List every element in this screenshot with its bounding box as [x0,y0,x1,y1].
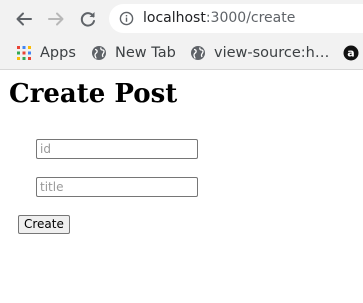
bookmark-new-tab[interactable]: New Tab [91,42,176,64]
title-input[interactable] [36,177,198,197]
bookmark-amazon[interactable]: a [343,42,363,64]
id-input[interactable] [36,139,198,159]
browser-toolbar: localhost:3000/create [0,0,363,38]
page-content: Create Post Create [0,70,363,303]
amazon-icon: a [343,45,359,61]
address-url[interactable]: localhost:3000/create [143,10,295,27]
create-button[interactable]: Create [18,215,70,234]
address-bar[interactable]: localhost:3000/create [109,4,363,33]
info-icon[interactable] [119,11,134,26]
url-path: :3000/create [205,10,296,26]
bookmark-view-source[interactable]: view-source:h… [190,42,329,64]
bookmark-label: New Tab [115,45,176,61]
page-title: Create Post [9,79,178,109]
bookmark-label: Apps [40,45,76,61]
bookmarks-bar: Apps New Tab view-source:h… a [0,38,363,68]
globe-icon [92,46,106,60]
apps-grid-icon [17,46,31,60]
svg-text:a: a [347,47,354,60]
bookmark-label: view-source:h… [214,45,330,61]
forward-arrow-icon[interactable] [44,7,68,31]
reload-icon[interactable] [76,7,100,31]
url-host: localhost [143,10,206,26]
back-arrow-icon[interactable] [12,7,36,31]
browser-chrome: localhost:3000/create Apps New Tab view-… [0,0,363,70]
globe-icon [191,46,205,60]
bookmark-apps[interactable]: Apps [16,42,76,64]
